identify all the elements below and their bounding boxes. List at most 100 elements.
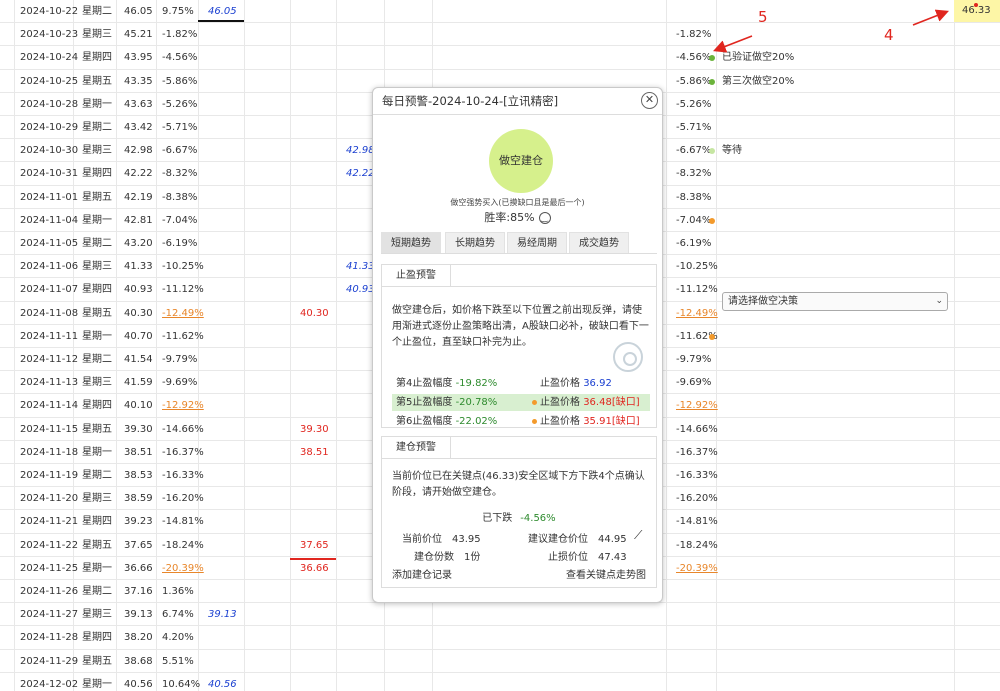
change-cell: -10.25% xyxy=(162,261,204,273)
change-cell: -12.49% xyxy=(162,307,204,319)
weekday-cell: 星期五 xyxy=(82,539,112,551)
add-build-record-link[interactable]: 添加建仓记录 xyxy=(392,566,452,581)
tab-yijing-cycle[interactable]: 易经周期 xyxy=(507,232,567,253)
price-cell: 36.66 xyxy=(124,562,153,574)
price-cell: 43.20 xyxy=(124,238,153,249)
price-cell: 42.22 xyxy=(124,168,153,180)
current-price-label: 当前价位 xyxy=(402,534,442,545)
divider xyxy=(373,114,662,115)
close-icon[interactable]: ✕ xyxy=(641,92,658,109)
date-cell: 2024-11-14 xyxy=(20,400,79,412)
weekday-cell: 星期四 xyxy=(82,400,112,412)
suggest-price: 建议建仓价位 44.95 xyxy=(528,530,627,545)
tab-short-trend[interactable]: 短期趋势 xyxy=(381,232,441,253)
level-pct: -19.82% xyxy=(455,378,498,389)
view-keypoint-chart-link[interactable]: 查看关键点走势图 xyxy=(566,566,646,581)
change-cell: -5.26% xyxy=(162,98,198,110)
drop-cell: -7.04% xyxy=(676,214,712,226)
red-mark-cell: 39.30 xyxy=(300,423,329,435)
annotation-4: 4 xyxy=(884,26,894,44)
price-cell: 40.30 xyxy=(124,307,153,319)
dropped-label: 已下跌 xyxy=(482,513,513,524)
change-cell: -7.04% xyxy=(162,214,198,226)
underline-marker xyxy=(198,20,244,22)
drop-cell: -16.20% xyxy=(676,493,718,505)
date-cell: 2024-11-04 xyxy=(20,214,79,226)
drop-cell: -9.69% xyxy=(676,377,712,389)
take-profit-tab[interactable]: 止盈预警 xyxy=(381,264,451,287)
weekday-cell: 星期五 xyxy=(82,191,112,203)
win-rate: 胜率:85% ‿ xyxy=(373,209,662,225)
date-cell: 2024-11-13 xyxy=(20,377,79,389)
build-position-text: 当前价位已在关键点(46.33)安全区域下方下跌4个点确认阶段，请开始做空建仓。 xyxy=(392,471,645,498)
change-cell: -4.56% xyxy=(162,52,198,64)
tab-long-trend[interactable]: 长期趋势 xyxy=(445,232,505,253)
drop-cell: -8.32% xyxy=(676,168,712,180)
date-cell: 2024-11-18 xyxy=(20,446,79,458)
change-cell: -9.79% xyxy=(162,354,198,365)
blue-mark-cell-2: 41.33 xyxy=(346,261,375,273)
signal-subtitle: 做空强势买入(已摸缺口且是最后一个) xyxy=(450,198,585,207)
weekday-cell: 星期一 xyxy=(82,98,112,110)
weekday-cell: 星期一 xyxy=(82,214,112,226)
shares-label: 建仓份数 xyxy=(414,552,454,563)
weekday-cell: 星期一 xyxy=(82,446,112,458)
change-cell: -12.92% xyxy=(162,400,204,412)
weekday-cell: 星期五 xyxy=(82,75,112,87)
table-row: 2024-10-24 星期四 43.95 -4.56% -4.56% 已验证做空20% xyxy=(0,46,1000,70)
change-cell: -9.69% xyxy=(162,377,198,389)
take-profit-level: 第6止盈幅度 -22.02% 止盈价格 35.91[缺口] xyxy=(392,413,650,430)
level-price-value: 36.48[缺口] xyxy=(583,397,640,408)
select-value: 请选择做空决策 xyxy=(728,296,798,307)
stop-loss-value: 47.43 xyxy=(598,552,627,563)
date-cell: 2024-12-02 xyxy=(20,678,79,690)
weekday-cell: 星期一 xyxy=(82,330,112,342)
date-cell: 2024-11-19 xyxy=(20,470,79,481)
change-cell: -1.82% xyxy=(162,29,198,41)
blue-mark-cell: 39.13 xyxy=(208,609,237,621)
drop-cell: -12.92% xyxy=(676,400,718,412)
stop-loss: 止损价位 47.43 xyxy=(548,548,627,563)
red-mark-cell: 37.65 xyxy=(300,539,329,551)
price-cell: 43.42 xyxy=(124,122,153,133)
price-cell: 38.20 xyxy=(124,632,153,644)
date-cell: 2024-11-28 xyxy=(20,632,79,644)
current-price: 当前价位 43.95 xyxy=(402,530,481,545)
weekday-cell: 星期一 xyxy=(82,678,112,690)
weekday-cell: 星期三 xyxy=(82,29,112,41)
drop-cell: -6.67% xyxy=(676,145,712,157)
drop-cell: -5.26% xyxy=(676,98,712,110)
weekday-cell: 星期三 xyxy=(82,609,112,621)
change-cell: 6.74% xyxy=(162,609,194,621)
blue-mark-cell: 40.56 xyxy=(208,678,237,690)
note-cell: 等待 xyxy=(722,145,742,157)
weekday-cell: 星期四 xyxy=(82,168,112,180)
chevron-down-icon: ⌄ xyxy=(935,296,943,306)
change-cell: -16.20% xyxy=(162,493,204,505)
tab-volume-trend[interactable]: 成交趋势 xyxy=(569,232,629,253)
dropped-line: 已下跌 -4.56% xyxy=(382,509,656,524)
price-cell: 39.23 xyxy=(124,516,153,528)
date-cell: 2024-10-31 xyxy=(20,168,79,180)
change-cell: -5.86% xyxy=(162,75,198,87)
build-position-tab[interactable]: 建仓预警 xyxy=(381,436,451,459)
drop-cell: -8.38% xyxy=(676,191,712,203)
weekday-cell: 星期二 xyxy=(82,470,112,481)
change-cell: 4.20% xyxy=(162,632,194,644)
price-cell: 38.53 xyxy=(124,470,153,481)
take-profit-section: 止盈预警 做空建仓后，如价格下跌至以下位置之前出现反弹，请使用渐进式逐份止盈策略… xyxy=(381,264,657,428)
price-cell: 38.51 xyxy=(124,446,153,458)
note-cell: 第三次做空20% xyxy=(722,75,795,87)
table-row: 2024-11-29 星期五 38.68 5.51% xyxy=(0,650,1000,673)
date-cell: 2024-11-12 xyxy=(20,354,79,365)
price-cell: 38.68 xyxy=(124,655,153,667)
drop-cell: -4.56% xyxy=(676,52,712,64)
smile-icon: ‿ xyxy=(538,212,551,224)
date-cell: 2024-10-24 xyxy=(20,52,79,64)
date-cell: 2024-11-22 xyxy=(20,539,79,551)
weekday-cell: 星期四 xyxy=(82,284,112,296)
trend-chart-icon[interactable]: ⟋ xyxy=(634,528,642,543)
short-decision-select[interactable]: 请选择做空决策 ⌄ xyxy=(722,292,948,311)
price-cell: 37.16 xyxy=(124,586,153,597)
signal-badge: 做空建仓 xyxy=(489,129,553,193)
